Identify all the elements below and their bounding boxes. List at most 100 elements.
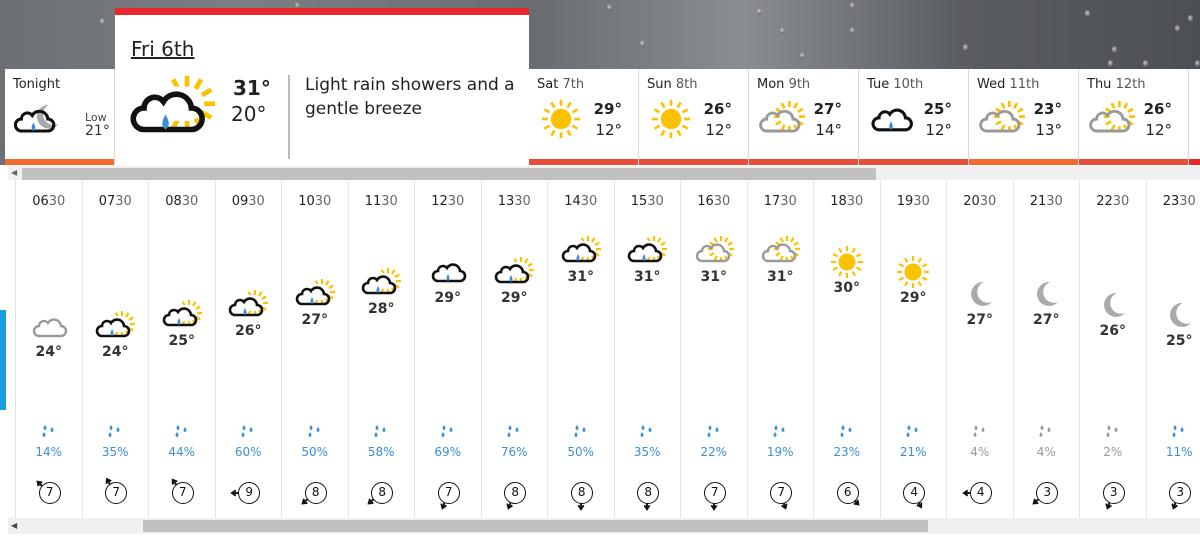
raindrops-icon bbox=[970, 424, 990, 440]
day-tab-tue[interactable]: Tue 10th 25° 12° bbox=[859, 69, 969, 165]
day-tab-mon[interactable]: Mon 9th 27° 14° bbox=[749, 69, 859, 165]
temperature-bar bbox=[1079, 159, 1188, 165]
day-tab-tonight[interactable]: Tonight Low 21° bbox=[5, 69, 115, 165]
day-name: Thu bbox=[1087, 77, 1112, 92]
hour-time: 1130 bbox=[349, 194, 415, 209]
raindrop bbox=[640, 40, 645, 47]
hour-hh: 17 bbox=[763, 194, 781, 209]
hour-mm: 30 bbox=[447, 194, 465, 209]
day-tab-next[interactable] bbox=[1189, 69, 1200, 165]
hour-temperature: 27° bbox=[301, 311, 328, 328]
high-temperature: 25° bbox=[923, 100, 952, 118]
hour-temperature: 26° bbox=[1099, 322, 1126, 339]
high-temperature: 26° bbox=[1143, 100, 1172, 118]
wind-indicator: 6 bbox=[829, 476, 865, 512]
wind-speed: 8 bbox=[570, 482, 593, 504]
raindrops-icon bbox=[704, 424, 724, 440]
selected-day-title[interactable]: Fri 6th bbox=[131, 37, 194, 61]
wind-indicator: 8 bbox=[563, 476, 599, 512]
hour-hh: 11 bbox=[364, 194, 382, 209]
hour-column[interactable]: 1430 31° 50% 8 bbox=[548, 180, 615, 518]
day-date: 12th bbox=[1115, 77, 1146, 92]
day-date: 10th bbox=[893, 77, 924, 92]
hour-hh: 12 bbox=[431, 194, 448, 209]
day-label: Thu 12th bbox=[1087, 77, 1188, 92]
low-temperature: 21° bbox=[85, 123, 110, 139]
day-strip-scrollbar[interactable]: ◀ bbox=[8, 166, 1200, 180]
raindrop bbox=[850, 27, 855, 34]
divider bbox=[288, 75, 290, 159]
rain-chance: 11% bbox=[1165, 445, 1193, 459]
raindrop bbox=[800, 52, 805, 59]
day-tab-sat[interactable]: Sat 7th 29° 12° bbox=[529, 69, 639, 165]
hour-hh: 13 bbox=[497, 194, 515, 209]
hour-hh: 23 bbox=[1162, 194, 1180, 209]
hour-temperature: 31° bbox=[700, 269, 727, 285]
sunny-icon bbox=[893, 256, 933, 289]
hour-column[interactable]: 0730 24° 35% 7 bbox=[83, 180, 149, 518]
hour-column[interactable]: 2230 26° 2% 3 bbox=[1080, 180, 1147, 518]
hour-column[interactable]: 1330 29° 76% 8 bbox=[482, 180, 548, 518]
hour-time: 1230 bbox=[415, 194, 481, 209]
light-rain-sun-icon bbox=[228, 289, 269, 321]
selected-day-card[interactable]: Fri 6th 31° 20° Light rain showers and a… bbox=[115, 8, 529, 165]
light-rain-sun-icon bbox=[161, 299, 202, 331]
raindrops-icon bbox=[172, 424, 192, 440]
hour-column[interactable]: 2030 27° 4% 4 bbox=[947, 180, 1014, 518]
hour-hh: 22 bbox=[1096, 194, 1113, 209]
hour-mm: 30 bbox=[514, 194, 531, 209]
day-label: Tonight bbox=[13, 77, 61, 92]
hour-time: 1830 bbox=[814, 194, 880, 209]
light-rain-icon bbox=[867, 99, 915, 139]
hourly-scrollbar[interactable]: ◀ bbox=[8, 518, 1200, 534]
hour-column[interactable]: 1930 29° 21% 4 bbox=[881, 180, 947, 518]
rain-chance: 14% bbox=[35, 445, 63, 459]
hour-column[interactable]: 2130 27° 4% 3 bbox=[1014, 180, 1080, 518]
day-name: Sat bbox=[537, 77, 559, 92]
day-tab-wed[interactable]: Wed 11th 23° 13° bbox=[969, 69, 1079, 165]
raindrop bbox=[850, 2, 855, 9]
hour-time: 1330 bbox=[482, 194, 548, 209]
rain-chance: 35% bbox=[633, 445, 661, 459]
hour-temperature: 25° bbox=[1166, 333, 1193, 350]
hour-column[interactable]: 1730 31° 19% 7 bbox=[748, 180, 814, 518]
low-temperature: 14° bbox=[815, 121, 842, 139]
wind-speed: 7 bbox=[38, 482, 61, 504]
scroll-left-arrow-icon[interactable]: ◀ bbox=[11, 168, 17, 177]
hour-hh: 19 bbox=[896, 194, 914, 209]
hour-temperature: 28° bbox=[368, 301, 395, 318]
hour-column[interactable]: 1030 27° 50% 8 bbox=[282, 180, 349, 518]
day-tab-thu[interactable]: Thu 12th 26° 12° bbox=[1079, 69, 1189, 165]
hour-column[interactable]: 1130 28° 58% 8 bbox=[349, 180, 415, 518]
hour-time: 1030 bbox=[282, 194, 348, 209]
rain-chance: 22% bbox=[700, 445, 728, 459]
low-temperature: 12° bbox=[705, 121, 732, 139]
hour-temperature: 27° bbox=[1033, 311, 1060, 328]
raindrops-icon bbox=[571, 424, 591, 440]
hour-column[interactable]: 1230 29° 69% 7 bbox=[415, 180, 482, 518]
day-tabs: Sat 7th 29° 12° Sun 8th 26° 12° Mon 9th … bbox=[529, 69, 1200, 165]
sunny-icon bbox=[827, 245, 867, 278]
raindrop bbox=[963, 44, 968, 51]
scroll-left-arrow-icon[interactable]: ◀ bbox=[11, 521, 17, 530]
scrollbar-thumb[interactable] bbox=[22, 168, 876, 180]
day-tab-sun[interactable]: Sun 8th 26° 12° bbox=[639, 69, 749, 165]
light-rain-sun-icon bbox=[627, 235, 668, 267]
hour-column[interactable]: 2330 25° 11% 3 bbox=[1147, 180, 1200, 518]
hour-column[interactable]: 1830 30° 23% 6 bbox=[814, 180, 881, 518]
hour-temperature: 29° bbox=[900, 290, 927, 307]
hour-column[interactable]: 1630 31° 22% 7 bbox=[681, 180, 748, 518]
raindrops-icon bbox=[770, 424, 790, 440]
wind-indicator: 7 bbox=[164, 476, 200, 512]
hour-column[interactable]: 0630 24° 14% 7 bbox=[16, 180, 83, 518]
hour-column[interactable]: 1530 31° 35% 8 bbox=[615, 180, 681, 518]
hour-column[interactable]: 0830 25° 44% 7 bbox=[149, 180, 216, 518]
raindrop bbox=[1175, 25, 1180, 32]
day-label: Sun 8th bbox=[647, 77, 748, 92]
scrollbar-thumb[interactable] bbox=[143, 520, 928, 532]
cloud-icon bbox=[29, 310, 69, 342]
hour-hh: 14 bbox=[564, 194, 581, 209]
hour-column[interactable]: 0930 26° 60% 9 bbox=[216, 180, 282, 518]
rain-chance: 4% bbox=[970, 445, 990, 459]
raindrops-icon bbox=[39, 424, 59, 440]
